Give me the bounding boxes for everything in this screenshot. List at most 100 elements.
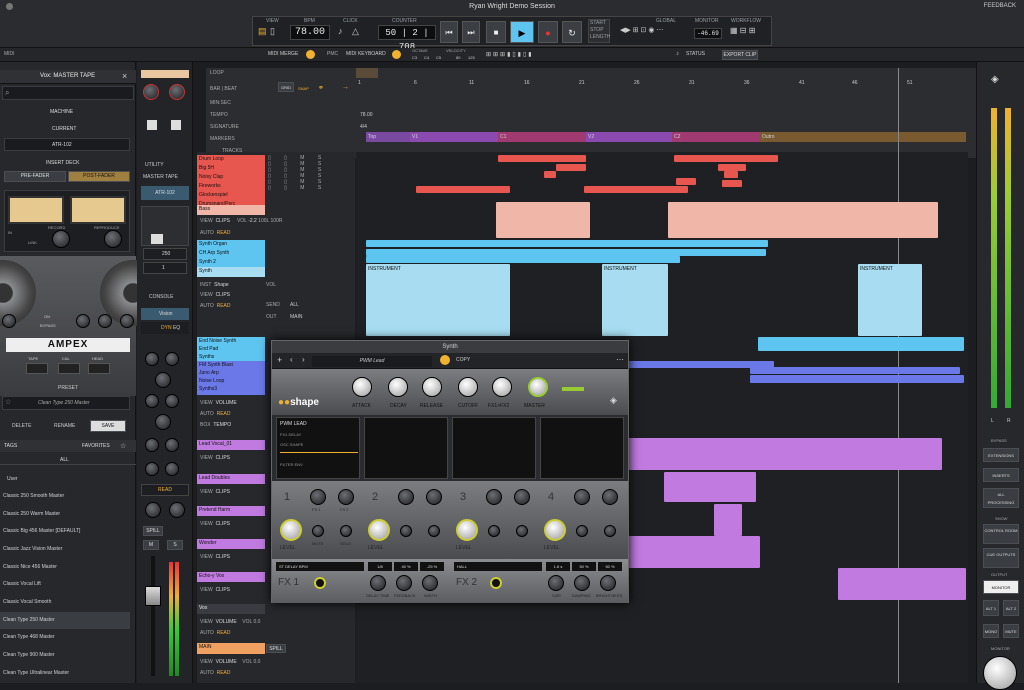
link-icon[interactable]: ⚭ [318, 84, 324, 92]
mono-button[interactable]: MONO [983, 624, 999, 638]
cue-outputs-button[interactable]: CUE OUTPUTS [983, 548, 1019, 568]
clip-synth-organ[interactable] [366, 240, 768, 247]
clips-label[interactable]: CLIPS [216, 587, 230, 593]
clips-label[interactable]: CLIPS [216, 521, 230, 527]
export-clip-button[interactable]: EXPORT CLIP [722, 50, 758, 60]
clips-label[interactable]: CLIPS [216, 455, 230, 461]
delete-button[interactable]: DELETE [12, 423, 31, 429]
marker-v2[interactable]: V2 [586, 132, 672, 142]
eq-knob-10[interactable] [165, 462, 179, 476]
track-synth-2[interactable]: Synth 2 [197, 258, 265, 267]
layer-1-level-knob[interactable] [280, 519, 302, 541]
clip-drumsnare[interactable] [722, 180, 742, 187]
keyboard-controls[interactable]: ⊞⊞⊞▮▯▮▯▮ [486, 51, 534, 58]
clips-label[interactable]: CLIPS [216, 554, 230, 560]
close-panel-icon[interactable]: × [122, 71, 127, 81]
send-all[interactable]: ALL [290, 302, 299, 308]
record-button[interactable]: ● [538, 21, 558, 43]
prev-preset-icon[interactable]: ‹ [290, 355, 293, 364]
rewind-start-button[interactable]: ⏮ [440, 21, 458, 43]
save-button[interactable]: SAVE [90, 420, 126, 432]
close-icon[interactable] [6, 3, 13, 12]
master-knob[interactable] [528, 377, 548, 397]
clip-glockenspiel[interactable] [416, 186, 510, 193]
current-machine-value[interactable]: ATR-102 [52, 142, 72, 148]
fx2-value[interactable]: 1.6 s [546, 562, 570, 571]
clip-noise-loop[interactable] [750, 375, 964, 383]
list-item[interactable]: Clean Type 900 Master [0, 647, 130, 664]
clip-drum-loop-2[interactable] [674, 155, 778, 162]
strip-toggle-2[interactable] [171, 120, 181, 130]
volume-fader[interactable] [145, 586, 161, 606]
vol-zero[interactable]: 0.0 [253, 619, 260, 625]
layer-4-solo-button[interactable] [604, 525, 616, 537]
fx2-power-button[interactable] [490, 577, 502, 589]
monitor-button[interactable]: MONITOR [983, 580, 1019, 594]
record-level-knob[interactable] [52, 230, 70, 248]
shape-inst-slot[interactable]: Shape [214, 282, 228, 288]
dyn-eq-row[interactable]: DYN EQ [141, 322, 189, 334]
track-ch-arp-synth[interactable]: CH Arp Synth [197, 249, 265, 258]
track-pretend-harm[interactable]: Pretend Harm [197, 506, 265, 516]
all-filter[interactable]: ALL [60, 457, 69, 463]
list-item[interactable]: Classic Vocal Smooth [0, 594, 130, 611]
volume-label[interactable]: VOLUME [216, 400, 237, 406]
eq-knob-1[interactable] [145, 352, 159, 366]
main-spill-button[interactable]: SPILL [266, 644, 286, 653]
clips-label[interactable]: CLIPS [216, 218, 230, 224]
insert-value-2[interactable]: 1 [143, 262, 187, 274]
layer-4-fx2-knob[interactable] [602, 489, 618, 505]
copy-button[interactable]: COPY [456, 357, 470, 363]
head-select[interactable] [88, 363, 110, 374]
eq-knob-9[interactable] [145, 462, 159, 476]
post-fader-button[interactable]: POST-FADER [68, 171, 130, 182]
favorite-star-icon[interactable]: ☆ [5, 398, 11, 406]
fast-forward-end-button[interactable]: ⏭ [462, 21, 480, 43]
clip-ch-arp[interactable] [366, 249, 766, 256]
layer-2-solo-button[interactable] [428, 525, 440, 537]
eq-knob-2[interactable] [165, 352, 179, 366]
clip-big-5h-2[interactable] [718, 164, 746, 171]
track-wonder[interactable]: Wonder [197, 539, 265, 549]
fx1-type-select[interactable]: ST DELAY BPM [276, 562, 364, 571]
clip-synth-instrument-2[interactable]: INSTRUMENT [602, 264, 668, 336]
layer-4-fx1-knob[interactable] [574, 489, 590, 505]
velocity-80[interactable]: 80 [456, 55, 460, 60]
fx1-width-knob[interactable] [422, 575, 438, 591]
volume-label[interactable]: VOLUME [216, 619, 237, 625]
layer-1-fx2-knob[interactable] [338, 489, 354, 505]
list-item[interactable]: Classic Vocal Lift [0, 576, 130, 593]
fx2-brightness-knob[interactable] [600, 575, 616, 591]
list-item[interactable]: Classic 250 Smooth Master [0, 488, 130, 505]
insert-slots[interactable] [141, 206, 189, 246]
clip-wonder[interactable] [626, 536, 760, 568]
marker-c1[interactable]: C1 [498, 132, 586, 142]
track-fireworks[interactable]: Fireworks [197, 182, 265, 191]
more-icon[interactable]: ⋯ [616, 355, 624, 364]
stop-button[interactable]: ■ [486, 21, 506, 43]
octave-c3[interactable]: C3 [412, 55, 417, 60]
vision-slot[interactable]: Vision [141, 308, 189, 320]
next-preset-icon[interactable]: › [302, 355, 305, 364]
clip-juno-arp[interactable] [750, 367, 960, 374]
layer-1-solo-button[interactable] [340, 525, 352, 537]
read-label[interactable]: READ [217, 670, 231, 676]
workflow-icons[interactable]: ▦ ⊟ ⊞ [730, 26, 755, 35]
attack-knob[interactable] [352, 377, 372, 397]
cal-select[interactable] [58, 363, 80, 374]
track-glockenspiel[interactable]: Glockenspiel [197, 191, 265, 200]
extensions-button[interactable]: EXTENSIONS [983, 448, 1019, 462]
fx2-size-knob[interactable] [548, 575, 564, 591]
read-label[interactable]: READ [217, 411, 231, 417]
midi-tab[interactable]: MIDI [4, 51, 15, 57]
strip-solo-button[interactable]: S [167, 540, 183, 550]
track-synths3[interactable]: Synths3 [197, 385, 265, 395]
eq-knob-7[interactable] [145, 438, 159, 452]
layer-2-fx2-knob[interactable] [426, 489, 442, 505]
eq-knob-8[interactable] [165, 438, 179, 452]
list-item[interactable]: Classic 250 Warm Master [0, 506, 130, 523]
track-lead-vocal[interactable]: Lead Vocal_01 [197, 440, 265, 450]
strip-toggle-1[interactable] [147, 120, 157, 130]
tape-knob-4[interactable] [120, 314, 134, 328]
cutoff-knob[interactable] [458, 377, 478, 397]
